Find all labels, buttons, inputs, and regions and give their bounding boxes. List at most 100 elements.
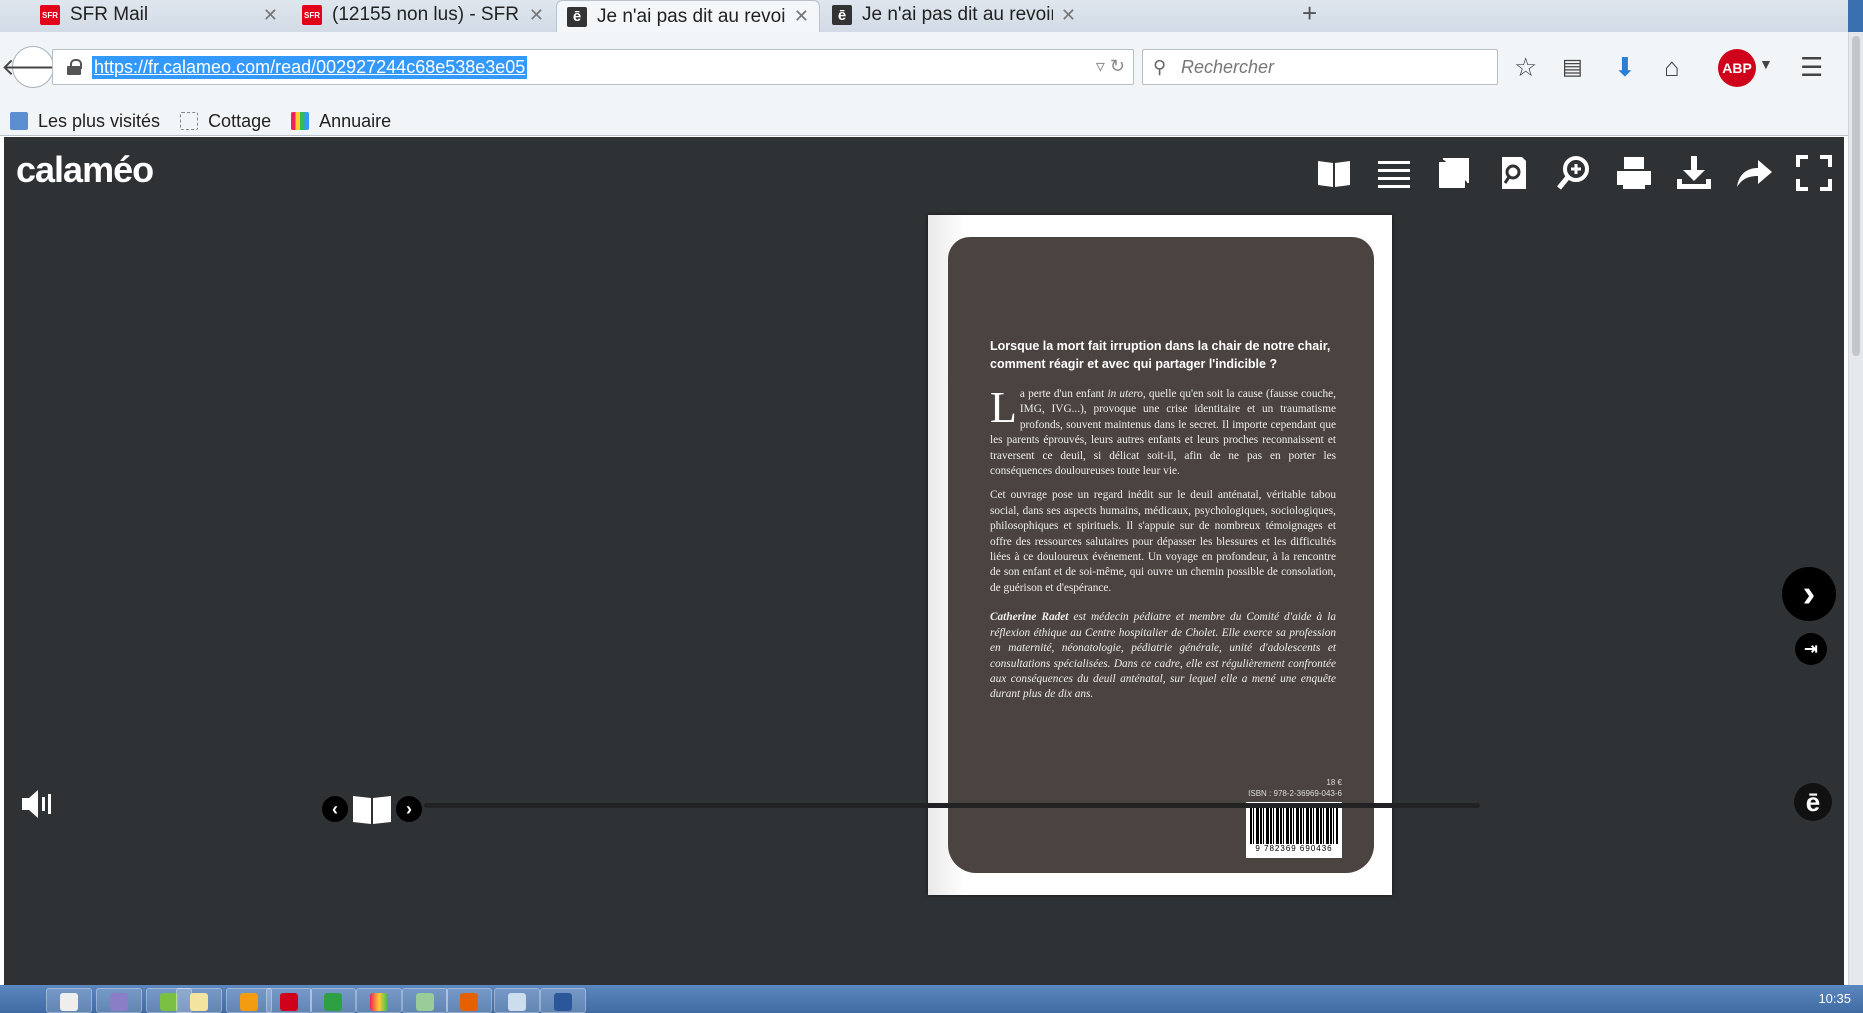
fullscreen-icon (1796, 155, 1832, 191)
vertical-scrollbar[interactable] (1848, 32, 1863, 985)
tab-label: (12155 non lus) - SFR Mail ... (332, 4, 521, 25)
barcode-lines (1250, 806, 1338, 844)
speaker-icon (22, 790, 51, 818)
tab-label: Je n'ai pas dit au revoir à ... (597, 5, 786, 27)
document-icon (60, 993, 78, 1011)
reading-list-icon[interactable]: ▤ (1562, 52, 1583, 82)
back-button[interactable]: 🡐 (1, 46, 65, 88)
contents-button[interactable] (1364, 153, 1424, 193)
pdf-icon (280, 993, 298, 1011)
share-arrow-icon (1737, 160, 1772, 187)
pages-button[interactable] (1424, 153, 1484, 193)
prev-button[interactable]: ‹ (322, 796, 348, 822)
bookmark-most-visited[interactable]: Les plus visités (10, 111, 160, 132)
dropdown-icon[interactable]: ▿ (1096, 56, 1105, 76)
zoom-button[interactable] (1544, 153, 1604, 193)
chevron-right-icon: › (1802, 572, 1816, 615)
folder-icon (180, 112, 199, 130)
address-bar[interactable]: https://fr.calameo.com/read/002927244c68… (52, 49, 1134, 85)
sound-toggle[interactable] (18, 787, 58, 821)
search-icon: ⚲ (1153, 57, 1167, 77)
reload-icon[interactable]: ↻ (1110, 56, 1125, 76)
tab-label: Je n'ai pas dit au revoir à ... (862, 4, 1053, 25)
download-pdf-button[interactable] (1664, 153, 1724, 193)
paragraph-text: , quelle qu'en soit la cause (fausse cou… (990, 388, 1336, 478)
app-icon (110, 993, 128, 1011)
bookmark-label: Annuaire (319, 110, 392, 131)
print-button[interactable] (1604, 153, 1664, 193)
app-icon (508, 993, 526, 1011)
taskbar-clock[interactable]: 10:35 (1818, 991, 1851, 1006)
book-icon (1318, 161, 1350, 187)
document-page[interactable]: Lorsque la mort fait irruption dans la c… (928, 215, 1392, 895)
list-icon (1378, 161, 1410, 188)
taskbar-item[interactable] (96, 988, 142, 1013)
taskbar-item[interactable] (446, 988, 492, 1013)
taskbar-item[interactable] (540, 988, 586, 1013)
adblock-plus-icon[interactable]: ABP (1718, 49, 1756, 87)
next-page-button[interactable]: › (1782, 567, 1836, 621)
pages-icon (1439, 158, 1469, 188)
tab-strip: SFR SFR Mail ✕ SFR (12155 non lus) - SFR… (0, 0, 1848, 32)
author-bio: Catherine Radet est médecin pédiatre et … (990, 610, 1336, 702)
taskbar-item[interactable] (46, 988, 92, 1013)
app-icon (324, 993, 342, 1011)
close-tab-icon[interactable]: ✕ (529, 5, 544, 26)
sfr-icon: SFR (302, 5, 322, 25)
download-icon (1677, 156, 1711, 189)
url-text[interactable]: https://fr.calameo.com/read/002927244c68… (92, 56, 528, 79)
taskbar-item[interactable] (494, 988, 540, 1013)
adblock-label: ABP (1722, 60, 1752, 76)
sfr-icon: SFR (40, 5, 60, 25)
taskbar-item[interactable] (266, 988, 312, 1013)
taskbar-item[interactable] (356, 988, 402, 1013)
last-page-button[interactable]: ⇥ (1795, 633, 1827, 665)
home-icon[interactable]: ⌂ (1664, 52, 1680, 82)
search-document-button[interactable] (1484, 153, 1544, 193)
next-button[interactable]: › (396, 796, 422, 822)
download-icon[interactable]: ⬇ (1614, 52, 1636, 82)
skip-to-end-icon: ⇥ (1804, 641, 1818, 658)
adblock-dropdown-icon[interactable]: ▼ (1759, 56, 1773, 72)
search-placeholder: Rechercher (1181, 57, 1275, 77)
paragraph-emphasis: in utero (1107, 388, 1143, 400)
calameo-badge[interactable]: ē (1794, 783, 1832, 821)
taskbar-item[interactable] (402, 988, 448, 1013)
taskbar-item[interactable] (176, 988, 222, 1013)
calameo-icon: ē (832, 5, 852, 25)
close-tab-icon[interactable]: ✕ (1061, 5, 1076, 26)
tab-sfr-mail[interactable]: SFR SFR Mail ✕ (30, 0, 288, 30)
barcode: 9 782369 690436 (1246, 802, 1342, 858)
bookmarks-bar: Les plus visités Cottage Annuaire (0, 106, 401, 136)
menu-icon[interactable]: ☰ (1800, 52, 1823, 82)
new-tab-button[interactable]: + (1302, 0, 1317, 29)
fullscreen-button[interactable] (1784, 153, 1844, 193)
calameo-icon: ē (567, 6, 587, 27)
search-box[interactable]: ⚲ Rechercher (1142, 49, 1498, 85)
tab-calameo[interactable]: ē Je n'ai pas dit au revoir à ... ✕ (822, 0, 1086, 30)
author-name: Catherine Radet (990, 611, 1069, 624)
tab-calameo-active[interactable]: ē Je n'ai pas dit au revoir à ... ✕ (556, 0, 820, 32)
close-tab-icon[interactable]: ✕ (794, 6, 809, 27)
isbn: ISBN : 978-2-36969-043-6 (1248, 789, 1342, 798)
close-tab-icon[interactable]: ✕ (263, 5, 278, 26)
tab-sfr-mail-inbox[interactable]: SFR (12155 non lus) - SFR Mail ... ✕ (292, 0, 554, 30)
scrollbar-thumb[interactable] (1852, 36, 1860, 356)
book-thumbnail-icon[interactable] (350, 792, 394, 826)
calameo-logo[interactable]: calaméo (16, 149, 154, 191)
tab-label: SFR Mail (70, 4, 149, 25)
taskbar-item[interactable] (310, 988, 356, 1013)
calameo-e-icon: ē (1805, 786, 1821, 817)
bookmark-annuaire[interactable]: Annuaire (291, 111, 391, 132)
bookmark-star-icon[interactable]: ☆ (1514, 52, 1537, 82)
page-slider[interactable] (424, 803, 1480, 808)
cover-text: La perte d'un enfant in utero, quelle qu… (990, 386, 1336, 712)
bookmark-cottage[interactable]: Cottage (180, 111, 271, 132)
cover-paragraph: La perte d'un enfant in utero, quelle qu… (990, 386, 1336, 479)
book-view-button[interactable] (1304, 153, 1364, 193)
firefox-icon (460, 993, 478, 1011)
lock-icon (67, 59, 82, 75)
word-icon (554, 993, 572, 1011)
book-back-cover: Lorsque la mort fait irruption dans la c… (948, 237, 1374, 873)
share-button[interactable] (1724, 153, 1784, 193)
